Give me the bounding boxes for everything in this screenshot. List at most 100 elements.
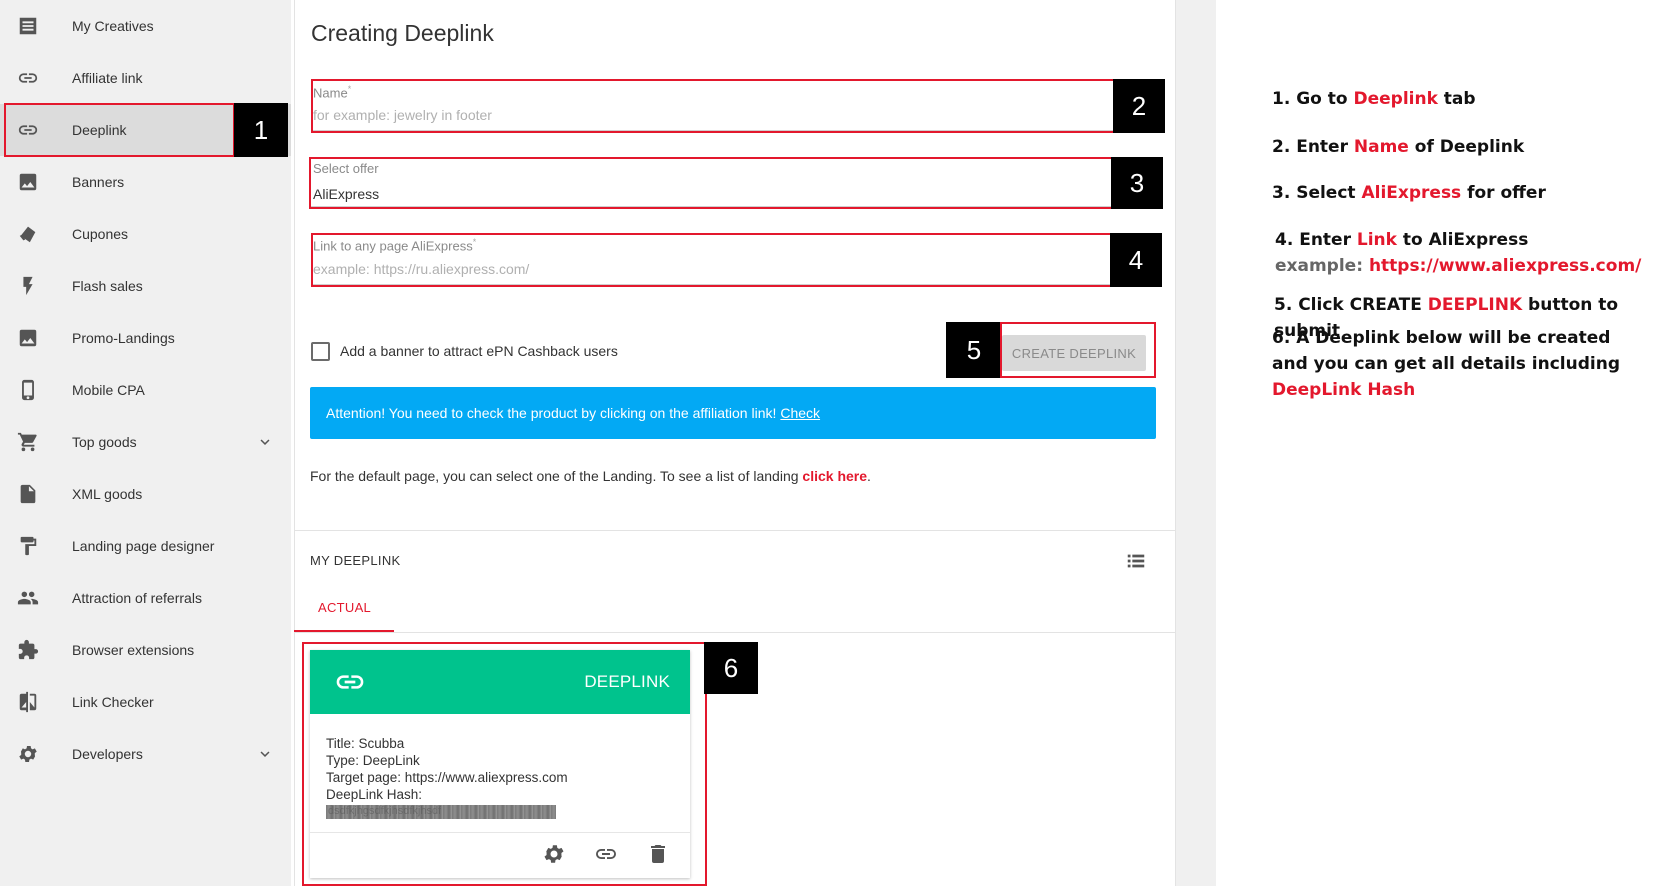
instruction-1: 1. Go to Deeplink tab bbox=[1272, 89, 1476, 109]
sidebar-item-label: Cupones bbox=[72, 226, 129, 242]
sidebar-item-label: Affiliate link bbox=[72, 70, 143, 86]
offer-select[interactable]: Select offer AliExpress bbox=[311, 158, 1157, 208]
link-icon bbox=[16, 66, 40, 90]
sidebar-item-browser-extensions[interactable]: Browser extensions bbox=[0, 624, 291, 676]
link-icon bbox=[332, 666, 368, 698]
gear-icon bbox=[16, 742, 40, 766]
deeplink-card: DEEPLINK Title: Scubba Type: DeepLink Ta… bbox=[310, 650, 690, 878]
sidebar-item-promo-landings[interactable]: Promo-Landings bbox=[0, 312, 291, 364]
copy-link-icon[interactable] bbox=[594, 842, 618, 866]
link-field[interactable]: Link to any page AliExpress* bbox=[311, 234, 1157, 286]
offer-select-label: Select offer bbox=[313, 161, 379, 176]
link-underline bbox=[311, 284, 1157, 285]
paint-roller-icon bbox=[16, 534, 40, 558]
my-deeplink-heading: MY DEEPLINK bbox=[310, 553, 401, 568]
step-marker-3: 3 bbox=[1111, 157, 1163, 209]
deeplink-hash-label: DeepLink Hash: bbox=[326, 787, 423, 802]
right-gutter bbox=[1176, 0, 1216, 886]
delete-trash-icon[interactable] bbox=[646, 842, 670, 866]
name-field-label: Name* bbox=[313, 84, 352, 101]
sidebar-item-flash-sales[interactable]: Flash sales bbox=[0, 260, 291, 312]
settings-gear-icon[interactable] bbox=[542, 842, 566, 866]
sidebar-item-mobile-cpa[interactable]: Mobile CPA bbox=[0, 364, 291, 416]
sidebar-item-cupones[interactable]: Cupones bbox=[0, 208, 291, 260]
sidebar-item-label: Browser extensions bbox=[72, 642, 195, 658]
deeplink-card-title: DEEPLINK bbox=[584, 672, 670, 691]
instruction-4-example: example: https://www.aliexpress.com/ bbox=[1275, 256, 1642, 276]
name-field[interactable]: Name* bbox=[311, 80, 1157, 132]
cart-icon bbox=[16, 430, 40, 454]
deeplink-card-divider bbox=[310, 832, 690, 833]
offer-underline bbox=[311, 206, 1157, 207]
alert-text: Attention! You need to check the product… bbox=[326, 405, 777, 421]
page-title: Creating Deeplink bbox=[311, 20, 494, 46]
name-underline bbox=[311, 130, 1157, 131]
create-deeplink-button[interactable]: CREATE DEEPLINK bbox=[1002, 335, 1146, 371]
flash-icon bbox=[16, 274, 40, 298]
image-icon bbox=[16, 326, 40, 350]
sidebar-item-label: Top goods bbox=[72, 434, 137, 450]
people-icon bbox=[16, 586, 40, 610]
banner-checkbox-label: Add a banner to attract ePN Cashback use… bbox=[340, 343, 618, 359]
list-view-icon[interactable] bbox=[1125, 550, 1147, 572]
landing-info-end: . bbox=[867, 468, 871, 484]
sidebar-item-xml-goods[interactable]: XML goods bbox=[0, 468, 291, 520]
offer-select-value: AliExpress bbox=[313, 186, 380, 202]
tabs-divider bbox=[294, 632, 1176, 633]
landing-info-text: For the default page, you can select one… bbox=[310, 468, 799, 484]
coupon-icon bbox=[16, 222, 40, 246]
deeplink-hash-text: dsdfkjhgsdfkjhsdfkjhsdf bbox=[328, 805, 442, 817]
sidebar-item-attraction-of-referrals[interactable]: Attraction of referrals bbox=[0, 572, 291, 624]
deeplink-target-line: Target page: https://www.aliexpress.com bbox=[326, 770, 568, 785]
click-here-link[interactable]: click here bbox=[802, 468, 867, 484]
deeplink-type-line: Type: DeepLink bbox=[326, 753, 420, 768]
sidebar-item-developers[interactable]: Developers bbox=[0, 728, 291, 780]
attention-alert: Attention! You need to check the product… bbox=[310, 387, 1156, 439]
sidebar-item-my-creatives[interactable]: My Creatives bbox=[0, 0, 291, 52]
step-marker-1: 1 bbox=[234, 103, 288, 157]
sidebar-item-label: Developers bbox=[72, 746, 143, 762]
deeplink-title-line: Title: Scubba bbox=[326, 736, 405, 751]
step-marker-4: 4 bbox=[1110, 233, 1162, 287]
instruction-4: 4. Enter Link to AliExpress bbox=[1275, 230, 1529, 250]
sidebar-item-label: Promo-Landings bbox=[72, 330, 175, 346]
sidebar-item-label: Banners bbox=[72, 174, 125, 190]
link-icon bbox=[16, 118, 40, 142]
sidebar-item-label: Mobile CPA bbox=[72, 382, 145, 398]
instruction-3: 3. Select AliExpress for offer bbox=[1272, 183, 1546, 203]
sidebar-item-label: Link Checker bbox=[72, 694, 154, 710]
puzzle-icon bbox=[16, 638, 40, 662]
tab-actual[interactable]: ACTUAL bbox=[318, 600, 371, 615]
link-input[interactable] bbox=[313, 261, 1113, 277]
list-doc-icon bbox=[16, 14, 40, 38]
sidebar-item-link-checker[interactable]: Link Checker bbox=[0, 676, 291, 728]
sidebar-item-banners[interactable]: Banners bbox=[0, 156, 291, 208]
chevron-down-icon[interactable] bbox=[256, 433, 274, 451]
step-marker-2: 2 bbox=[1113, 79, 1165, 133]
sidebar-item-label: Landing page designer bbox=[72, 538, 215, 554]
landing-info: For the default page, you can select one… bbox=[310, 468, 871, 484]
sidebar-item-top-goods[interactable]: Top goods bbox=[0, 416, 291, 468]
instruction-6: 6. A Deeplink below will be created and … bbox=[1272, 328, 1620, 400]
sidebar-item-label: Flash sales bbox=[72, 278, 143, 294]
image-icon bbox=[16, 170, 40, 194]
sidebar-item-label: Attraction of referrals bbox=[72, 590, 202, 606]
sidebar-item-label: Deeplink bbox=[72, 122, 127, 138]
sidebar-item-label: My Creatives bbox=[72, 18, 154, 34]
section-divider bbox=[294, 530, 1176, 531]
instruction-2: 2. Enter Name of Deeplink bbox=[1272, 137, 1525, 157]
sidebar-item-label: XML goods bbox=[72, 486, 143, 502]
banner-checkbox[interactable] bbox=[311, 342, 330, 361]
step-marker-5: 5 bbox=[946, 322, 1002, 378]
compare-icon bbox=[16, 690, 40, 714]
sidebar-item-affiliate-link[interactable]: Affiliate link bbox=[0, 52, 291, 104]
phone-icon bbox=[16, 378, 40, 402]
sidebar-item-landing-page-designer[interactable]: Landing page designer bbox=[0, 520, 291, 572]
name-input[interactable] bbox=[313, 107, 1113, 123]
deeplink-hash-value: dsdfkjhgsdfkjhsdfkjhsdf bbox=[326, 805, 556, 819]
chevron-down-icon[interactable] bbox=[256, 745, 274, 763]
check-link[interactable]: Check bbox=[780, 405, 820, 421]
file-icon bbox=[16, 482, 40, 506]
step-marker-6: 6 bbox=[704, 642, 758, 694]
deeplink-card-header: DEEPLINK bbox=[310, 650, 690, 714]
